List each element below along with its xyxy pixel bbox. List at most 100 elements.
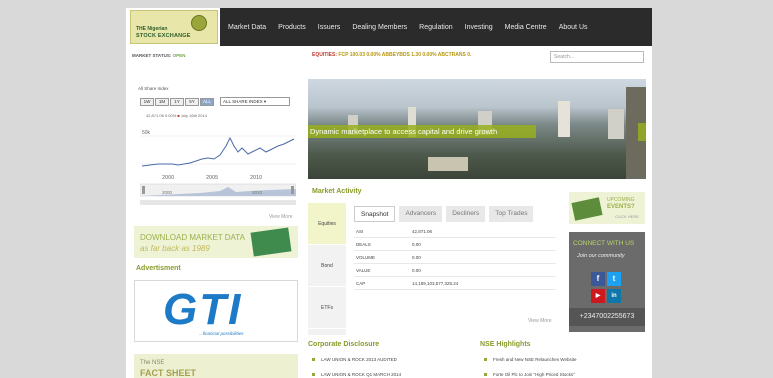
index-title: All Share Index [138,86,169,91]
building-shape [428,157,468,171]
phone-number[interactable]: +2347002255673 [569,308,645,326]
chevron-down-icon: ▾ [263,99,267,104]
list-item[interactable]: LAW UNION & ROCK Q1 MARCH 2014 [312,372,401,377]
nse-logo[interactable]: THE Nigerian STOCK EXCHANGE [130,10,218,44]
market-view-more-link[interactable]: View More [528,318,552,324]
index-chart: 50k 2000 2005 2010 2000 2010 [140,130,296,205]
gti-advert[interactable]: GTI ...financial possibilities [134,280,298,342]
nav-products[interactable]: Products [278,24,306,31]
x-tick-label: 2005 [206,175,218,181]
nav-regulation[interactable]: Regulation [419,24,452,31]
list-item-text: Forte Oil Plc to Join "High Priced Stock… [493,372,575,377]
side-tab-etfs[interactable]: ETFs [308,287,346,329]
upcoming-events-banner[interactable]: UPCOMING EVENTS? CLICK HERE [569,192,645,224]
nav-dealing-members[interactable]: Dealing Members [352,24,407,31]
ticker-item: FCP 100.03 0.00% [338,52,381,58]
index-value: 42,871.06 0.00% ■ July 16th 2014 [146,113,207,118]
facebook-icon[interactable]: f [591,272,605,286]
tab-advancers[interactable]: Advancers [399,206,443,222]
connect-title: CONNECT WITH US [573,240,635,247]
index-value-date: July 16th 2014 [180,113,207,118]
market-status-label: MARKET STATUS: [132,53,172,58]
navigator-left-handle[interactable] [142,186,145,194]
navigator-right-handle[interactable] [291,186,294,194]
twitter-icon[interactable]: t [607,272,621,286]
list-item[interactable]: Forte Oil Plc to Join "High Priced Stock… [484,372,575,377]
snapshot-table: ASI 42,871.06 DEALS 0.00 VOLUME 0.00 VALUE 0… [354,225,556,290]
table-row: ASI 42,871.06 [354,225,556,238]
row-key: VOLUME [356,254,376,260]
upcoming-line3: CLICK HERE [615,214,640,219]
x-tick-label: 2010 [250,175,262,181]
nav-about-us[interactable]: About Us [559,24,588,31]
tab-snapshot[interactable]: Snapshot [354,206,396,222]
row-value: 0.00 [412,241,421,247]
all-share-index-widget: All Share Index 1W 1M 1Y 5Y ALL ALL SHAR… [134,80,298,216]
nav-media-centre[interactable]: Media Centre [505,24,547,31]
connect-panel: CONNECT WITH US Join our community f t ▶… [569,232,645,332]
chart-scrollbar[interactable] [140,200,296,205]
calendar-image [571,197,603,221]
fact-sheet-banner[interactable]: The NSE FACT SHEET [134,354,298,378]
range-buttons: 1W 1M 1Y 5Y ALL [140,98,215,106]
index-select-value: ALL SHARE INDEX [223,99,263,104]
building-shape [608,109,624,139]
market-activity-side-tabs: Equities Bond ETFs [308,203,346,335]
bullet-icon [484,373,487,377]
x-tick-label: 2000 [162,175,174,181]
money-image [250,227,292,257]
ticker[interactable]: EQUITIES: FCP 100.03 0.00% ABBEYBDS 1.30… [312,52,471,58]
list-item[interactable]: LAW UNION & ROCK 2013 AUDITED [312,357,397,362]
range-all-button[interactable]: ALL [200,98,214,106]
nav-investing[interactable]: Investing [465,24,493,31]
logo-line2: STOCK EXCHANGE [136,33,191,39]
list-item-text: Fresh and New NSE Relaunches Website [493,357,577,362]
page: THE Nigerian STOCK EXCHANGE Market Data … [126,8,652,378]
hero-next-arrow-icon[interactable] [638,123,646,141]
market-activity-title: Market Activity [312,188,362,195]
download-banner-line2: as far back as 1989 [140,244,210,253]
range-5y-button[interactable]: 5Y [185,98,199,106]
index-value-text: 42,871.06 0.00% [146,113,177,118]
search-input[interactable]: Search... [550,51,644,63]
list-item[interactable]: Fresh and New NSE Relaunches Website [484,357,576,362]
range-1m-button[interactable]: 1M [155,98,169,106]
range-1w-button[interactable]: 1W [140,98,154,106]
linkedin-icon[interactable]: in [607,289,621,303]
ticker-rest: ABBEYBDS 1.30 0.00% ABCTRANS 0. [381,52,472,58]
list-item-text: LAW UNION & ROCK Q1 MARCH 2014 [321,372,402,377]
tab-decliners[interactable]: Decliners [446,206,486,222]
hero-caption: Dynamic marketplace to access capital an… [308,125,536,138]
side-tab-bond[interactable]: Bond [308,245,346,287]
download-banner-line1: DOWNLOAD MARKET DATA [140,233,245,242]
row-key: DEALS [356,241,371,247]
connect-subtitle: Join our community [577,253,625,259]
building-shape [558,101,570,137]
nse-highlights-title: NSE Highlights [480,341,531,348]
navigator-tick-label: 2000 [162,190,173,195]
table-row: VALUE 0.00 [354,264,556,277]
index-view-more-link[interactable]: View More [269,214,293,220]
table-row: CAP 14,189,103,577,325.24 [354,277,556,290]
tab-top-trades[interactable]: Top Trades [489,206,534,222]
gti-tagline: ...financial possibilities [199,331,244,336]
index-marker-icon: ■ [177,113,180,118]
corporate-disclosure-title: Corporate Disclosure [308,341,380,348]
market-status: MARKET STATUS: OPEN [132,53,185,58]
youtube-icon[interactable]: ▶ [591,289,605,303]
nav-issuers[interactable]: Issuers [318,24,341,31]
index-select[interactable]: ALL SHARE INDEX ▾ [220,97,290,106]
fact-banner-line2: FACT SHEET [140,368,197,378]
side-tab-equities[interactable]: Equities [308,203,346,245]
row-value: 14,189,103,577,325.24 [412,280,459,286]
row-key: ASI [356,228,364,234]
index-line [141,136,295,167]
hero-banner[interactable]: Dynamic marketplace to access capital an… [308,79,646,179]
nav-market-data[interactable]: Market Data [228,24,266,31]
bullet-icon [484,358,487,362]
upcoming-line1: UPCOMING [607,197,635,203]
range-1y-button[interactable]: 1Y [170,98,184,106]
row-value: 42,871.06 [412,228,433,234]
download-market-data-banner[interactable]: DOWNLOAD MARKET DATA as far back as 1989 [134,226,298,258]
bullet-icon [312,373,315,377]
